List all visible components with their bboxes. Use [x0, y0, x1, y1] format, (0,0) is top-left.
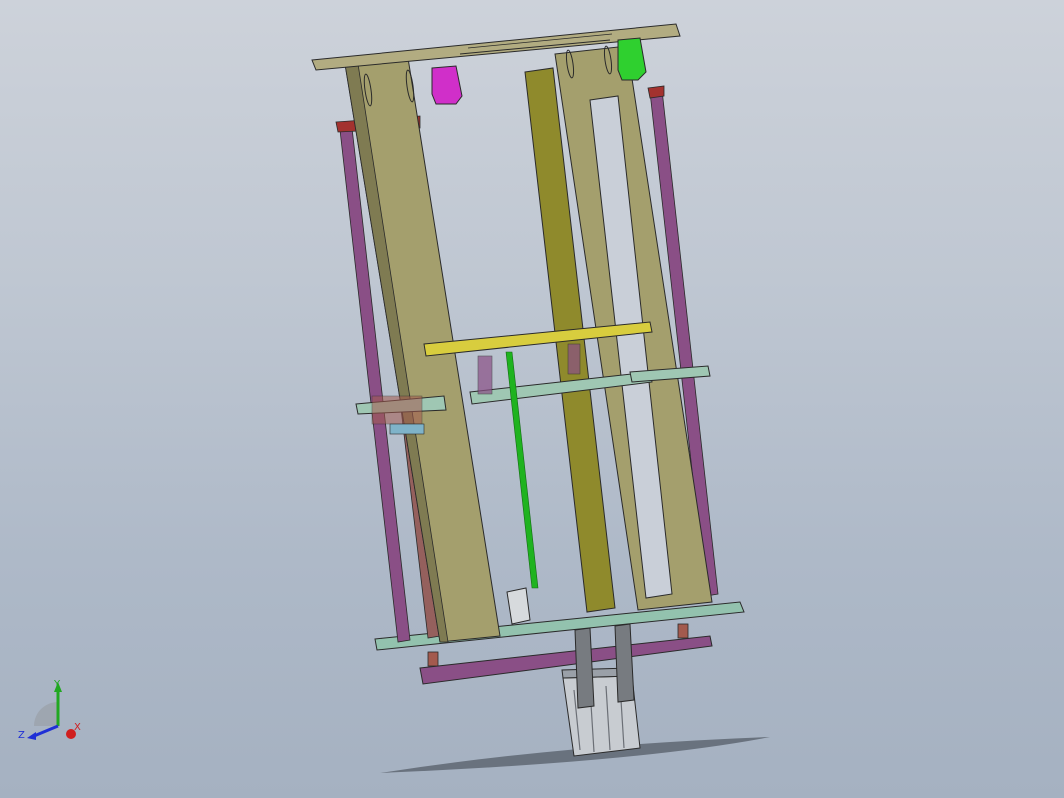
screw-bracket[interactable]	[506, 587, 531, 625]
y-axis-label: Y	[53, 679, 61, 690]
z-axis-label: Z	[18, 730, 25, 741]
assembly-model[interactable]	[0, 0, 1064, 798]
green-bracket[interactable]	[617, 37, 647, 81]
orientation-triad: Y Z X	[18, 679, 81, 741]
magenta-bracket[interactable]	[431, 65, 463, 105]
x-axis-label: X	[74, 722, 81, 733]
cad-viewport[interactable]: Y Z X	[0, 0, 1064, 798]
